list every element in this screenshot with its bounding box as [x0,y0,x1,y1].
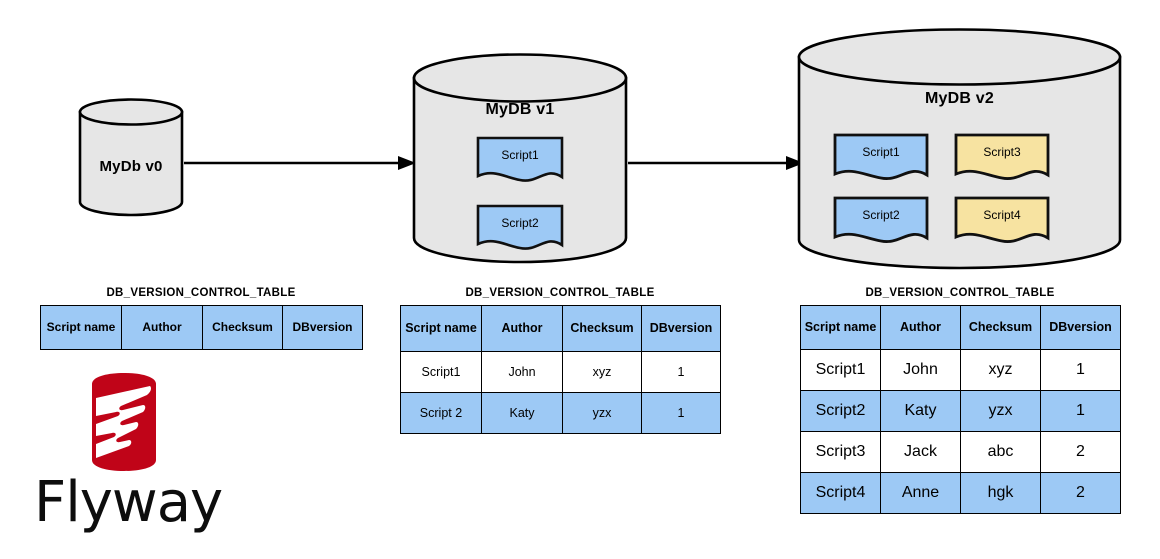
column-header-checksum: Checksum [562,305,642,352]
column-header-dbversion: DBversion [282,305,363,350]
table-cell: Script4 [800,472,881,514]
table-row: Script2 Katy yzx 1 [800,390,1121,432]
table-cell: Script2 [800,390,881,432]
column-header-checksum: Checksum [202,305,283,350]
database-cylinder-v0: MyDb v0 [78,98,184,217]
table-body-v2: Script1 John xyz 1 Script2 Katy yzx 1 Script3 Jac… [800,349,1121,514]
diagram-canvas: MyDb v0 MyDB v1 Script1 Script2 MyDB v2 … [0,0,1160,559]
table-cell: Katy [880,390,961,432]
version-control-table-v0: Script name Author Checksum DBversion [40,305,363,350]
script-shape-v1-script1: Script1 [476,136,564,184]
table-cell: Katy [481,392,563,434]
column-header-script-name: Script name [40,305,122,350]
table-cell: yzx [562,392,642,434]
table-row: Script3 Jack abc 2 [800,431,1121,473]
column-header-script-name: Script name [800,305,881,350]
flyway-wordmark: Flyway [34,470,223,535]
script-shape-v1-script2: Script2 [476,204,564,252]
database-label-v0: MyDb v0 [99,158,163,175]
table-cell: 2 [1040,431,1121,473]
version-control-table-v2-block: DB_VERSION_CONTROL_TABLE Script name Aut… [800,287,1121,514]
table-row: Script4 Anne hgk 2 [800,472,1121,514]
table-cell: Jack [880,431,961,473]
arrow-v1-to-v2 [628,155,804,171]
flyway-database-f-icon [88,372,160,472]
table-header-row: Script name Author Checksum DBversion [40,305,363,350]
table-cell: Script1 [800,349,881,391]
column-header-author: Author [121,305,203,350]
column-header-checksum: Checksum [960,305,1041,350]
script-shape-v2-script1: Script1 [833,133,929,182]
table-cell: 2 [1040,472,1121,514]
table-cell: abc [960,431,1041,473]
table-cell: xyz [960,349,1041,391]
table-cell: Script 2 [400,392,482,434]
database-cylinder-v1: MyDB v1 Script1 Script2 [412,52,628,264]
table-body-v1: Script1 John xyz 1 Script 2 Katy yzx 1 [400,351,721,434]
table-cell: John [481,351,563,393]
database-label-v1: MyDB v1 [485,101,555,118]
table-cell: hgk [960,472,1041,514]
table-header-row: Script name Author Checksum DBversion [400,305,721,352]
table-header-row: Script name Author Checksum DBversion [800,305,1121,350]
version-control-table-v1-block: DB_VERSION_CONTROL_TABLE Script name Aut… [400,287,721,434]
table-title-v2: DB_VERSION_CONTROL_TABLE [865,287,1055,299]
table-cell: Anne [880,472,961,514]
column-header-dbversion: DBversion [641,305,721,352]
table-cell: Script3 [800,431,881,473]
table-cell: 1 [641,392,721,434]
table-cell: 1 [641,351,721,393]
script-shape-v2-script2: Script2 [833,196,929,245]
table-title-v1: DB_VERSION_CONTROL_TABLE [465,287,655,299]
table-cell: 1 [1040,349,1121,391]
table-cell: Script1 [400,351,482,393]
table-cell: xyz [562,351,642,393]
script-shape-v2-script3: Script3 [954,133,1050,182]
column-header-author: Author [481,305,563,352]
database-cylinder-v2: MyDB v2 Script1 Script3 Script2 Script4 [797,27,1122,272]
table-title-v0: DB_VERSION_CONTROL_TABLE [106,287,296,299]
table-cell: 1 [1040,390,1121,432]
column-header-author: Author [880,305,961,350]
arrow-v0-to-v1 [184,155,416,171]
version-control-table-v0-block: DB_VERSION_CONTROL_TABLE Script name Aut… [40,287,363,350]
table-row: Script1 John xyz 1 [800,349,1121,391]
version-control-table-v2: Script name Author Checksum DBversion Sc… [800,305,1121,514]
column-header-dbversion: DBversion [1040,305,1121,350]
database-label-v2: MyDB v2 [925,90,994,107]
script-shape-v2-script4: Script4 [954,196,1050,245]
table-cell: yzx [960,390,1041,432]
version-control-table-v1: Script name Author Checksum DBversion Sc… [400,305,721,434]
flyway-logo: Flyway [28,372,223,542]
column-header-script-name: Script name [400,305,482,352]
table-cell: John [880,349,961,391]
table-row: Script 2 Katy yzx 1 [400,392,721,434]
table-row: Script1 John xyz 1 [400,351,721,393]
